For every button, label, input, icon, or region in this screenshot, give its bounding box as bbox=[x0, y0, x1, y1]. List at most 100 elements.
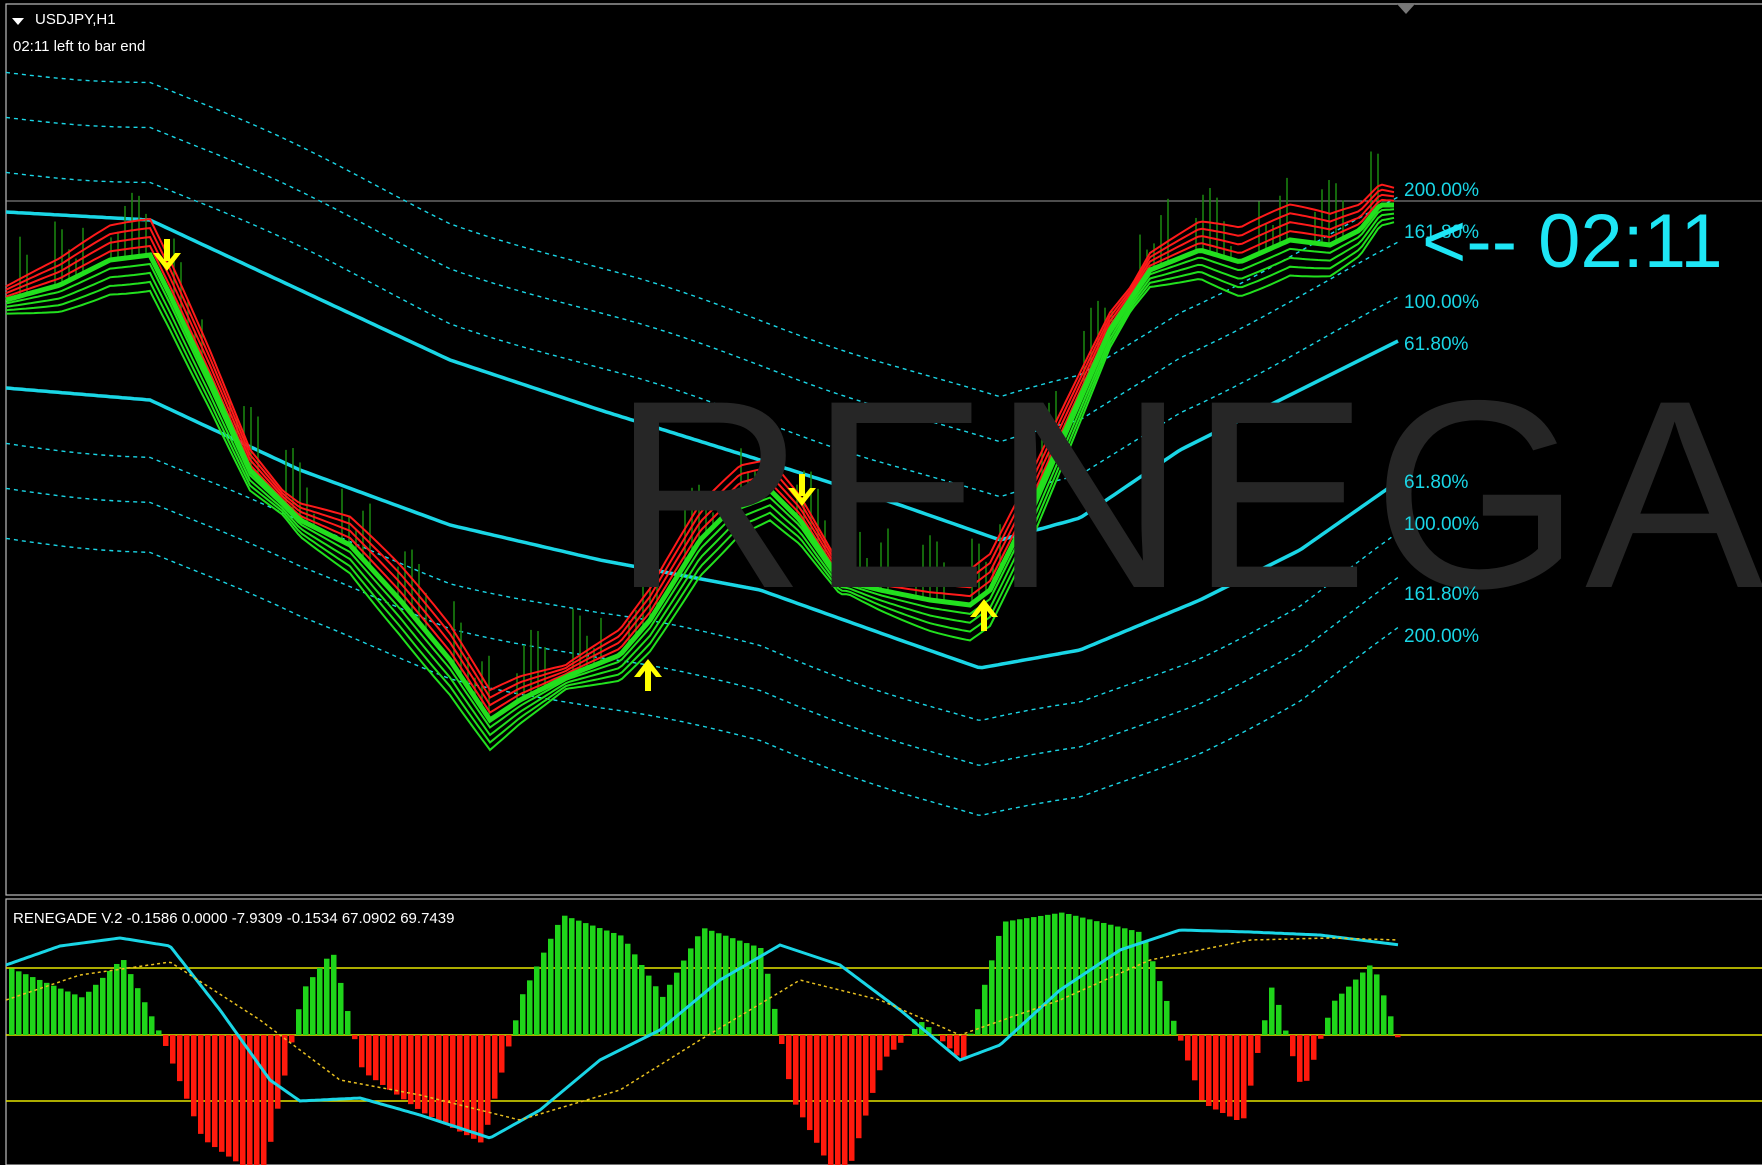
negative-bar bbox=[863, 1035, 869, 1116]
positive-bar bbox=[317, 967, 323, 1035]
dropdown-triangle-icon[interactable] bbox=[12, 18, 24, 25]
negative-bar bbox=[877, 1035, 883, 1071]
symbol-timeframe-label: USDJPY,H1 bbox=[35, 11, 116, 28]
positive-bar bbox=[1381, 995, 1387, 1035]
negative-bar bbox=[884, 1035, 890, 1057]
positive-bar bbox=[548, 938, 554, 1035]
negative-bar bbox=[177, 1035, 183, 1082]
chart-shift-marker-icon[interactable] bbox=[1397, 4, 1415, 14]
negative-bar bbox=[828, 1035, 834, 1165]
bar-countdown-label: 02:11 left to bar end bbox=[13, 38, 146, 55]
bar-timer-display: <-- 02:11 bbox=[1422, 199, 1723, 284]
negative-bar bbox=[842, 1035, 848, 1165]
positive-bar bbox=[695, 936, 701, 1035]
positive-bar bbox=[128, 974, 134, 1035]
positive-bar bbox=[114, 963, 120, 1035]
negative-bar bbox=[800, 1035, 806, 1118]
negative-bar bbox=[450, 1035, 456, 1128]
negative-bar bbox=[1290, 1035, 1296, 1057]
negative-bar bbox=[905, 1035, 911, 1036]
negative-bar bbox=[849, 1035, 855, 1161]
negative-bar bbox=[1227, 1035, 1233, 1117]
negative-bar bbox=[1395, 1035, 1401, 1038]
negative-bar bbox=[268, 1035, 274, 1142]
positive-bar bbox=[1087, 919, 1093, 1035]
positive-bar bbox=[541, 952, 547, 1035]
positive-bar bbox=[1276, 1004, 1282, 1035]
negative-bar bbox=[814, 1035, 820, 1143]
negative-bar bbox=[352, 1035, 358, 1040]
positive-bar bbox=[1269, 987, 1275, 1035]
positive-bar bbox=[653, 986, 659, 1035]
negative-bar bbox=[226, 1035, 232, 1157]
positive-bar bbox=[590, 925, 596, 1035]
negative-bar bbox=[1297, 1035, 1303, 1082]
positive-bar bbox=[86, 991, 92, 1035]
negative-bar bbox=[485, 1035, 491, 1125]
negative-bar bbox=[1318, 1035, 1324, 1039]
positive-bar bbox=[1059, 912, 1065, 1035]
negative-bar bbox=[961, 1035, 967, 1059]
negative-bar bbox=[786, 1035, 792, 1080]
positive-bar bbox=[1052, 913, 1058, 1035]
negative-bar bbox=[275, 1035, 281, 1109]
positive-bar bbox=[303, 986, 309, 1035]
positive-bar bbox=[1374, 974, 1380, 1035]
positive-bar bbox=[1115, 926, 1121, 1035]
positive-bar bbox=[331, 954, 337, 1035]
negative-bar bbox=[1311, 1035, 1317, 1060]
negative-bar bbox=[870, 1035, 876, 1093]
negative-bar bbox=[401, 1035, 407, 1100]
negative-bar bbox=[394, 1035, 400, 1095]
negative-bar bbox=[219, 1035, 225, 1152]
negative-bar bbox=[436, 1035, 442, 1121]
positive-bar bbox=[1283, 1030, 1289, 1035]
negative-bar bbox=[1206, 1035, 1212, 1106]
positive-bar bbox=[520, 994, 526, 1035]
negative-bar bbox=[898, 1035, 904, 1043]
positive-bar bbox=[1038, 915, 1044, 1035]
positive-bar bbox=[513, 1020, 519, 1035]
negative-bar bbox=[947, 1035, 953, 1049]
level-label-upper-100: 100.00% bbox=[1404, 292, 1480, 313]
negative-bar bbox=[191, 1035, 197, 1117]
negative-bar bbox=[1199, 1035, 1205, 1101]
negative-bar bbox=[779, 1035, 785, 1045]
positive-bar bbox=[618, 935, 624, 1035]
negative-bar bbox=[366, 1035, 372, 1076]
positive-bar bbox=[1122, 928, 1128, 1035]
positive-bar bbox=[9, 968, 15, 1035]
negative-bar bbox=[408, 1035, 414, 1105]
positive-bar bbox=[1045, 914, 1051, 1035]
negative-bar bbox=[856, 1035, 862, 1139]
positive-bar bbox=[569, 918, 575, 1035]
positive-bar bbox=[1353, 979, 1359, 1035]
positive-bar bbox=[1150, 961, 1156, 1035]
positive-bar bbox=[1108, 924, 1114, 1035]
positive-bar bbox=[632, 954, 638, 1035]
negative-bar bbox=[464, 1035, 470, 1136]
positive-bar bbox=[723, 935, 729, 1035]
positive-bar bbox=[765, 973, 771, 1035]
level-label-lower-161: 161.80% bbox=[1404, 584, 1480, 605]
positive-bar bbox=[1157, 981, 1163, 1035]
positive-bar bbox=[1017, 919, 1023, 1035]
negative-bar bbox=[443, 1035, 449, 1125]
negative-bar bbox=[205, 1035, 211, 1143]
positive-bar bbox=[576, 920, 582, 1035]
positive-bar bbox=[58, 988, 64, 1035]
negative-bar bbox=[506, 1035, 512, 1047]
positive-bar bbox=[1388, 1016, 1394, 1035]
positive-bar bbox=[72, 994, 78, 1035]
positive-bar bbox=[79, 997, 85, 1035]
negative-bar bbox=[1192, 1035, 1198, 1081]
positive-bar bbox=[345, 1011, 351, 1035]
positive-bar bbox=[1094, 921, 1100, 1035]
positive-bar bbox=[1360, 972, 1366, 1035]
positive-bar bbox=[51, 985, 57, 1035]
negative-bar bbox=[954, 1035, 960, 1056]
positive-bar bbox=[1143, 941, 1149, 1035]
positive-bar bbox=[142, 1002, 148, 1035]
positive-bar bbox=[702, 928, 708, 1035]
positive-bar bbox=[1164, 1000, 1170, 1035]
